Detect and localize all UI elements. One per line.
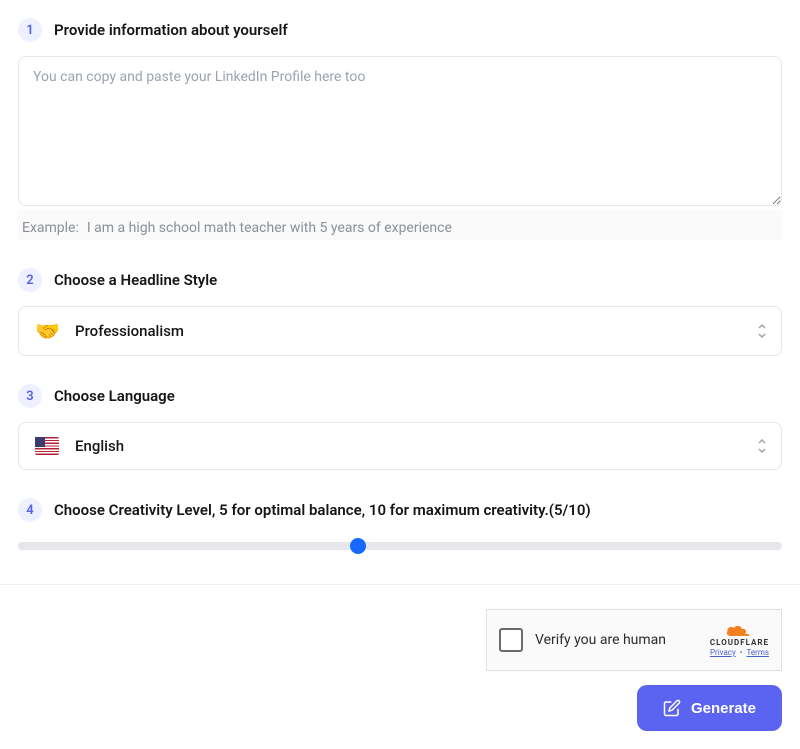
example-row: Example: I am a high school math teacher…	[18, 210, 782, 240]
edit-icon	[663, 699, 681, 717]
section-creativity: 4 Choose Creativity Level, 5 for optimal…	[18, 498, 782, 556]
generate-row: Generate	[18, 685, 782, 731]
headline-style-select[interactable]: 🤝 Professionalism	[18, 306, 782, 356]
example-text: I am a high school math teacher with 5 y…	[87, 220, 452, 236]
creativity-slider-wrap	[18, 536, 782, 556]
about-textarea[interactable]	[18, 56, 782, 206]
chevron-updown-icon	[757, 323, 767, 339]
section-title: Choose Creativity Level, 5 for optimal b…	[54, 501, 591, 519]
captcha-widget: Verify you are human CLOUDFLARE Privacy …	[486, 609, 782, 671]
headline-style-selected-label: Professionalism	[75, 322, 765, 340]
captcha-privacy-link[interactable]: Privacy	[710, 648, 736, 657]
slider-track	[18, 542, 400, 550]
divider	[0, 584, 800, 585]
captcha-links: Privacy • Terms	[710, 648, 769, 657]
section-title: Choose Language	[54, 387, 175, 405]
language-select[interactable]: English	[18, 422, 782, 470]
cloudflare-wordmark: CLOUDFLARE	[710, 638, 769, 647]
slider-thumb[interactable]	[350, 538, 366, 554]
generate-button[interactable]: Generate	[637, 685, 782, 731]
chevron-updown-icon	[757, 438, 767, 454]
handshake-icon: 🤝	[35, 321, 59, 341]
section-language: 3 Choose Language English	[18, 384, 782, 470]
step-number-badge: 1	[18, 18, 42, 42]
captcha-checkbox[interactable]	[499, 628, 523, 652]
creativity-slider[interactable]	[18, 542, 782, 550]
captcha-terms-link[interactable]: Terms	[746, 648, 768, 657]
captcha-brand: CLOUDFLARE Privacy • Terms	[710, 623, 769, 657]
example-label: Example:	[22, 220, 79, 236]
section-header: 1 Provide information about yourself	[18, 18, 782, 42]
section-header: 2 Choose a Headline Style	[18, 268, 782, 292]
step-number-badge: 4	[18, 498, 42, 522]
cloudflare-logo-icon	[725, 623, 753, 637]
captcha-text: Verify you are human	[535, 632, 698, 648]
section-header: 3 Choose Language	[18, 384, 782, 408]
language-selected-label: English	[75, 437, 765, 455]
generate-label: Generate	[691, 700, 756, 717]
section-about-yourself: 1 Provide information about yourself Exa…	[18, 18, 782, 240]
step-number-badge: 3	[18, 384, 42, 408]
dot-separator: •	[740, 648, 743, 657]
captcha-row: Verify you are human CLOUDFLARE Privacy …	[18, 609, 782, 671]
section-title: Choose a Headline Style	[54, 271, 217, 289]
flag-us-icon	[35, 437, 59, 455]
section-title: Provide information about yourself	[54, 21, 288, 39]
section-header: 4 Choose Creativity Level, 5 for optimal…	[18, 498, 782, 522]
section-headline-style: 2 Choose a Headline Style 🤝 Professional…	[18, 268, 782, 356]
step-number-badge: 2	[18, 268, 42, 292]
